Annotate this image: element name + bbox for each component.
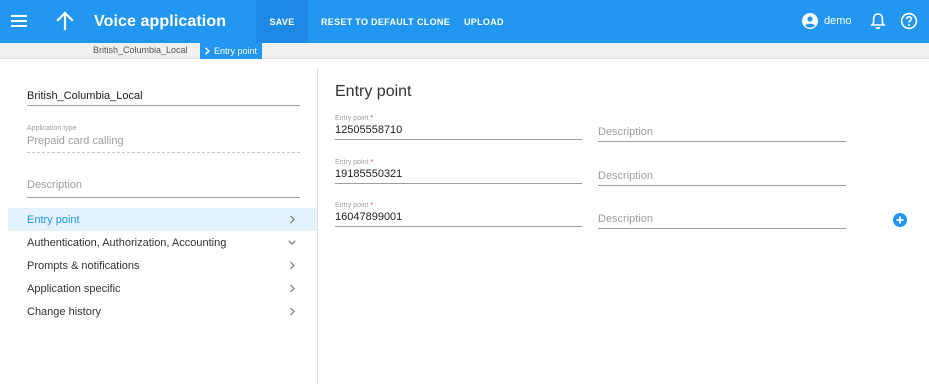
nav-item-aaa[interactable]: Authentication, Authorization, Accountin… [8,231,317,254]
name-field[interactable]: British_Columbia_Local [27,90,300,106]
entry-point-row: Entry point * 19185550321 Description [335,159,929,191]
left-panel: British_Columbia_Local Application type … [8,68,318,384]
nav-item-change-history[interactable]: Change history [8,300,317,323]
entry-point-label: Entry point * [335,115,374,122]
entry-point-row: Entry point * 12505558710 Description [335,115,929,147]
nav-item-label: Authentication, Authorization, Accountin… [27,236,227,249]
chevron-right-icon [290,261,295,270]
nav-item-entry-point[interactable]: Entry point [8,208,317,231]
nav-item-label: Entry point [27,213,80,226]
user-name[interactable]: demo [824,15,852,27]
app-type-value: Prepaid card calling [27,135,300,153]
app-bar: Voice application SAVE RESET TO DEFAULT … [0,0,929,43]
description-field[interactable]: Description [27,179,300,198]
help-icon[interactable] [900,12,918,30]
chevron-right-icon [290,215,295,224]
app-type-label: Application type [27,125,77,132]
section-title: Entry point [335,83,412,100]
entry-point-label: Entry point * [335,159,374,166]
reset-to-default-button[interactable]: RESET TO DEFAULT [321,0,414,43]
bell-icon[interactable] [870,12,886,30]
entry-point-row: Entry point * 16047899001 Description [335,202,929,234]
description-input[interactable]: Description [598,213,846,229]
breadcrumb-parent[interactable]: British_Columbia_Local [93,45,188,55]
nav-item-application-specific[interactable]: Application specific [8,277,317,300]
add-circle-icon[interactable] [893,213,907,227]
page-title: Voice application [94,13,227,30]
breadcrumb-current-label: Entry point [214,46,258,56]
description-input[interactable]: Description [598,126,846,142]
nav-item-prompts[interactable]: Prompts & notifications [8,254,317,277]
menu-icon[interactable] [11,11,31,31]
chevron-right-icon [290,307,295,316]
nav-item-label: Change history [27,305,101,318]
breadcrumb: British_Columbia_Local Entry point [0,43,929,59]
arrow-up-icon[interactable] [54,9,76,33]
chevron-right-icon [205,47,211,55]
breadcrumb-current: Entry point [200,43,263,59]
account-circle-icon[interactable] [802,13,818,29]
chevron-down-icon [288,240,296,245]
save-button[interactable]: SAVE [256,0,308,43]
description-input[interactable]: Description [598,170,846,186]
section-nav: Entry point Authentication, Authorizatio… [8,208,317,323]
entry-point-input[interactable]: 16047899001 [335,211,582,227]
entry-point-label: Entry point * [335,202,374,209]
chevron-right-icon [290,284,295,293]
clone-button[interactable]: CLONE [417,0,450,43]
nav-item-label: Prompts & notifications [27,259,140,272]
entry-point-input[interactable]: 19185550321 [335,168,582,184]
upload-button[interactable]: UPLOAD [464,0,504,43]
nav-item-label: Application specific [27,282,121,295]
entry-point-input[interactable]: 12505558710 [335,124,582,140]
